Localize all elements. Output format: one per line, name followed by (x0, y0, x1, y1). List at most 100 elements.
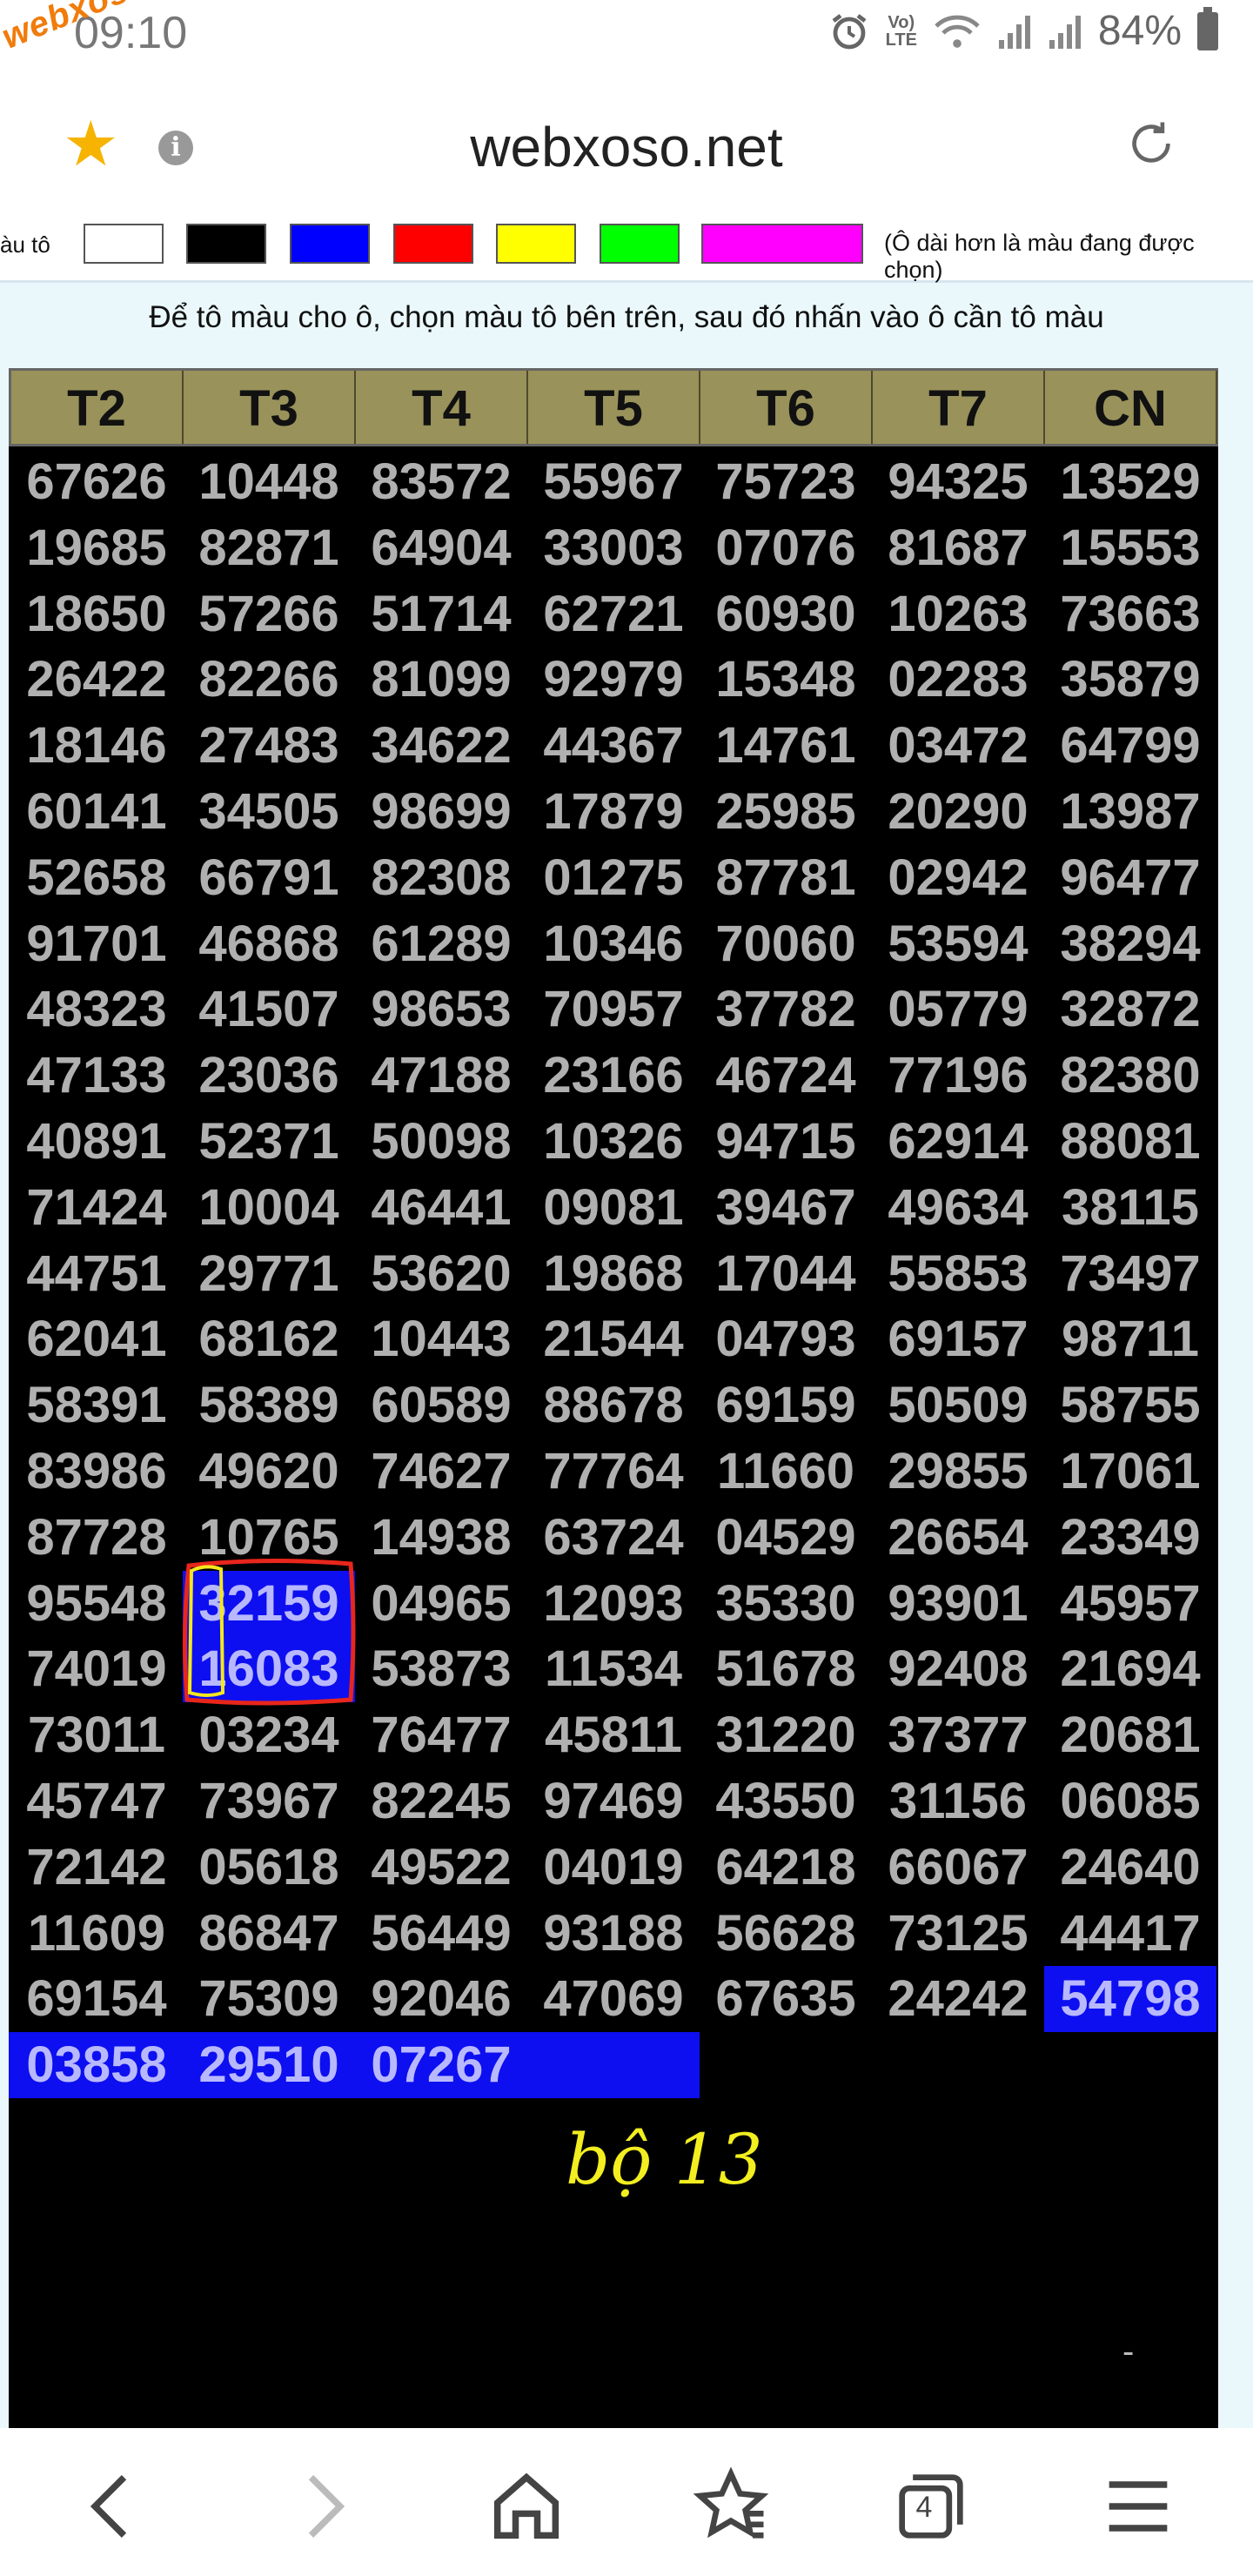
grid-cell[interactable]: 11534 (527, 1636, 700, 1702)
grid-cell[interactable]: 81687 (872, 515, 1044, 581)
grid-cell[interactable]: 86847 (183, 1901, 355, 1967)
grid-cell[interactable]: 13529 (1044, 449, 1216, 515)
grid-cell[interactable]: 98699 (355, 779, 527, 845)
grid-cell[interactable]: 73497 (1044, 1241, 1216, 1307)
grid-cell[interactable]: 82245 (355, 1768, 527, 1835)
grid-cell[interactable]: 04965 (355, 1571, 527, 1637)
grid-cell[interactable]: 68162 (183, 1306, 355, 1372)
color-swatch[interactable] (186, 224, 266, 264)
grid-cell[interactable]: 16083 (183, 1636, 355, 1703)
grid-cell[interactable]: 10346 (527, 911, 700, 977)
grid-cell[interactable]: 56628 (700, 1901, 872, 1967)
grid-cell[interactable]: 06085 (1044, 1768, 1216, 1835)
grid-cell[interactable]: 10263 (872, 581, 1044, 647)
grid-cell[interactable]: 51714 (355, 581, 527, 647)
grid-cell[interactable]: 92408 (872, 1636, 1044, 1702)
grid-cell[interactable]: 02283 (872, 647, 1044, 713)
back-icon[interactable] (70, 2463, 157, 2550)
grid-cell[interactable]: 34505 (183, 779, 355, 845)
grid-cell[interactable]: 94325 (872, 449, 1044, 515)
grid-cell[interactable]: 07076 (700, 515, 872, 581)
grid-cell[interactable]: 33003 (527, 515, 700, 581)
grid-cell[interactable]: 10443 (355, 1306, 527, 1372)
grid-cell[interactable]: 10004 (183, 1175, 355, 1241)
grid-cell[interactable]: 23349 (1044, 1505, 1216, 1571)
grid-cell[interactable]: 62721 (527, 581, 700, 647)
grid-cell[interactable]: 53620 (355, 1241, 527, 1307)
grid-cell[interactable]: 31156 (872, 1768, 1044, 1835)
grid-cell[interactable]: 14761 (700, 713, 872, 779)
grid-cell[interactable]: 17061 (1044, 1439, 1216, 1505)
grid-cell[interactable]: 87728 (10, 1505, 183, 1571)
grid-cell[interactable]: 21694 (1044, 1636, 1216, 1702)
color-swatch[interactable] (496, 224, 576, 264)
grid-cell[interactable]: 69159 (700, 1372, 872, 1439)
grid-cell[interactable]: 18650 (10, 581, 183, 647)
grid-cell[interactable]: 54798 (1044, 1966, 1216, 2033)
grid-cell[interactable]: 95548 (10, 1571, 183, 1637)
grid-cell[interactable]: 77196 (872, 1043, 1044, 1109)
grid-cell[interactable]: 21544 (527, 1306, 700, 1372)
grid-cell[interactable]: 37377 (872, 1702, 1044, 1768)
grid-cell[interactable]: 49634 (872, 1175, 1044, 1241)
grid-cell[interactable]: 03858 (10, 2032, 183, 2098)
grid-cell[interactable]: 60141 (10, 779, 183, 845)
grid-cell[interactable]: 47133 (10, 1043, 183, 1109)
grid-cell[interactable]: 03472 (872, 713, 1044, 779)
grid-cell[interactable]: 96477 (1044, 845, 1216, 911)
grid-cell[interactable]: 87781 (700, 845, 872, 911)
grid-cell[interactable]: 82380 (1044, 1043, 1216, 1109)
grid-cell[interactable]: 23036 (183, 1043, 355, 1109)
grid-cell[interactable]: 73011 (10, 1702, 183, 1768)
grid-cell[interactable]: 47069 (527, 1966, 700, 2032)
grid-cell[interactable]: 58755 (1044, 1372, 1216, 1439)
grid-cell[interactable]: 43550 (700, 1768, 872, 1835)
grid-cell[interactable]: 31220 (700, 1702, 872, 1768)
grid-cell[interactable]: 17044 (700, 1241, 872, 1307)
grid-cell[interactable]: 24640 (1044, 1835, 1216, 1901)
grid-cell[interactable]: 70060 (700, 911, 872, 977)
grid-cell[interactable]: 55853 (872, 1241, 1044, 1307)
grid-cell[interactable]: 10765 (183, 1505, 355, 1571)
grid-cell[interactable]: 11660 (700, 1439, 872, 1505)
grid-cell[interactable]: 38115 (1044, 1175, 1216, 1241)
grid-cell[interactable]: 04793 (700, 1306, 872, 1372)
grid-cell[interactable]: 55967 (527, 449, 700, 515)
grid-cell[interactable]: 69154 (10, 1966, 183, 2032)
grid-cell[interactable]: 46441 (355, 1175, 527, 1241)
grid-cell[interactable]: 45747 (10, 1768, 183, 1835)
grid-cell[interactable]: 48323 (10, 976, 183, 1043)
grid-cell[interactable]: 53873 (355, 1636, 527, 1702)
grid-cell[interactable]: 44751 (10, 1241, 183, 1307)
grid-cell[interactable]: 70957 (527, 976, 700, 1043)
grid-cell[interactable]: 58389 (183, 1372, 355, 1439)
color-swatch[interactable] (290, 224, 370, 264)
grid-cell[interactable]: 12093 (527, 1571, 700, 1637)
grid-cell[interactable]: 88081 (1044, 1109, 1216, 1175)
grid-cell[interactable]: 60930 (700, 581, 872, 647)
grid-cell[interactable]: 56449 (355, 1901, 527, 1967)
grid-cell[interactable]: 19868 (527, 1241, 700, 1307)
grid-cell[interactable]: 29510 (183, 2032, 355, 2098)
grid-cell[interactable]: 66067 (872, 1835, 1044, 1901)
grid-cell[interactable]: 98653 (355, 976, 527, 1043)
grid-cell[interactable]: 83986 (10, 1439, 183, 1505)
grid-cell[interactable]: 64218 (700, 1835, 872, 1901)
grid-cell[interactable]: 93188 (527, 1901, 700, 1967)
grid-cell[interactable]: 74627 (355, 1439, 527, 1505)
grid-cell[interactable]: 50509 (872, 1372, 1044, 1439)
color-swatch[interactable] (600, 224, 680, 264)
grid-cell[interactable]: 44367 (527, 713, 700, 779)
grid-cell[interactable]: 66791 (183, 845, 355, 911)
grid-cell[interactable]: 01275 (527, 845, 700, 911)
grid-cell[interactable]: 37782 (700, 976, 872, 1043)
grid-cell[interactable]: 32872 (1044, 976, 1216, 1043)
grid-cell[interactable]: 38294 (1044, 911, 1216, 977)
grid-cell[interactable]: 46868 (183, 911, 355, 977)
grid-cell[interactable]: 04529 (700, 1505, 872, 1571)
grid-cell[interactable]: 57266 (183, 581, 355, 647)
grid-cell[interactable]: 29855 (872, 1439, 1044, 1505)
grid-cell[interactable]: 94715 (700, 1109, 872, 1175)
grid-cell[interactable]: 29771 (183, 1241, 355, 1307)
grid-cell[interactable]: 44417 (1044, 1901, 1216, 1967)
